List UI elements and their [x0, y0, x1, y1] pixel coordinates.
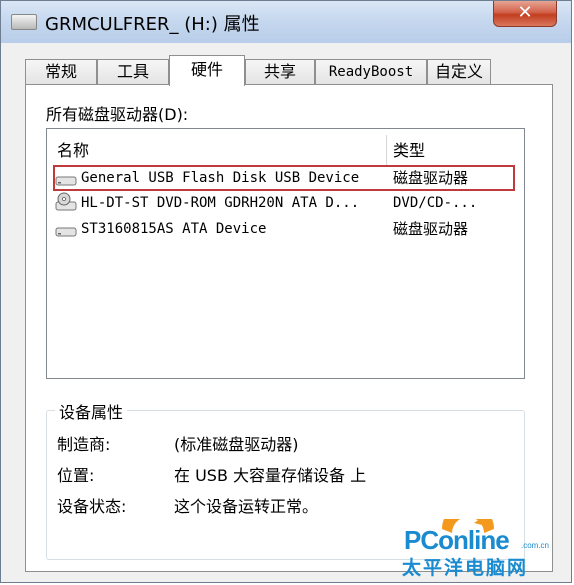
drives-list-label: 所有磁盘驱动器(D): — [46, 105, 189, 124]
tab-hardware[interactable]: 硬件 — [169, 55, 245, 86]
list-item[interactable]: General USB Flash Disk USB Device 磁盘驱动器 — [55, 166, 515, 190]
group-title: 设备属性 — [55, 399, 128, 423]
manufacturer-label: 制造商: — [57, 435, 111, 454]
watermark-brand: PConline — [404, 525, 510, 555]
properties-dialog: GRMCULFRER_ (H:) 属性 ✕ 常规 工具 硬件 共享 ReadyB… — [0, 0, 572, 583]
list-item[interactable]: ST3160815AS ATA Device 磁盘驱动器 — [55, 217, 515, 241]
drive-name: ST3160815AS ATA Device — [81, 221, 267, 237]
column-header-type[interactable]: 类型 — [393, 139, 425, 165]
close-button[interactable]: ✕ — [493, 1, 557, 27]
drive-name: General USB Flash Disk USB Device — [81, 170, 360, 186]
tab-readyboost[interactable]: ReadyBoost — [315, 59, 427, 85]
tab-sharing[interactable]: 共享 — [245, 59, 315, 85]
tab-strip: 常规 工具 硬件 共享 ReadyBoost 自定义 — [25, 55, 555, 86]
manufacturer-value: (标准磁盘驱动器) — [174, 435, 299, 454]
drives-list[interactable]: 名称 类型 General USB Flash Disk USB Device … — [46, 128, 525, 379]
tab-tools[interactable]: 工具 — [97, 59, 169, 85]
tab-customize[interactable]: 自定义 — [427, 59, 491, 85]
column-divider[interactable] — [386, 135, 387, 165]
usb-drive-icon — [55, 176, 77, 186]
drive-name: HL-DT-ST DVD-ROM GDRH20N ATA D... — [81, 195, 360, 211]
close-icon: ✕ — [517, 2, 533, 23]
tab-general[interactable]: 常规 — [25, 59, 97, 85]
watermark-cn-name: 太平洋电脑网 — [402, 557, 529, 579]
hard-disk-icon — [55, 227, 77, 237]
hardware-panel: 所有磁盘驱动器(D): 名称 类型 General USB Flash Disk… — [25, 84, 553, 572]
window-title: GRMCULFRER_ (H:) 属性 — [45, 14, 260, 35]
list-item[interactable]: HL-DT-ST DVD-ROM GDRH20N ATA D... DVD/CD… — [55, 191, 515, 215]
drive-type: 磁盘驱动器 — [393, 169, 469, 187]
location-label: 位置: — [57, 466, 95, 485]
title-bar: GRMCULFRER_ (H:) 属性 ✕ — [1, 1, 571, 43]
drive-icon — [11, 14, 37, 30]
status-label: 设备状态: — [57, 497, 127, 516]
location-value: 在 USB 大容量存储设备 上 — [174, 466, 367, 485]
dvd-drive-icon — [55, 192, 77, 211]
status-value: 这个设备运转正常。 — [174, 497, 319, 516]
drive-type: DVD/CD-... — [393, 195, 478, 211]
drive-type: 磁盘驱动器 — [393, 220, 469, 238]
column-header-name[interactable]: 名称 — [57, 139, 89, 165]
watermark-domain: .com.cn — [521, 541, 550, 550]
